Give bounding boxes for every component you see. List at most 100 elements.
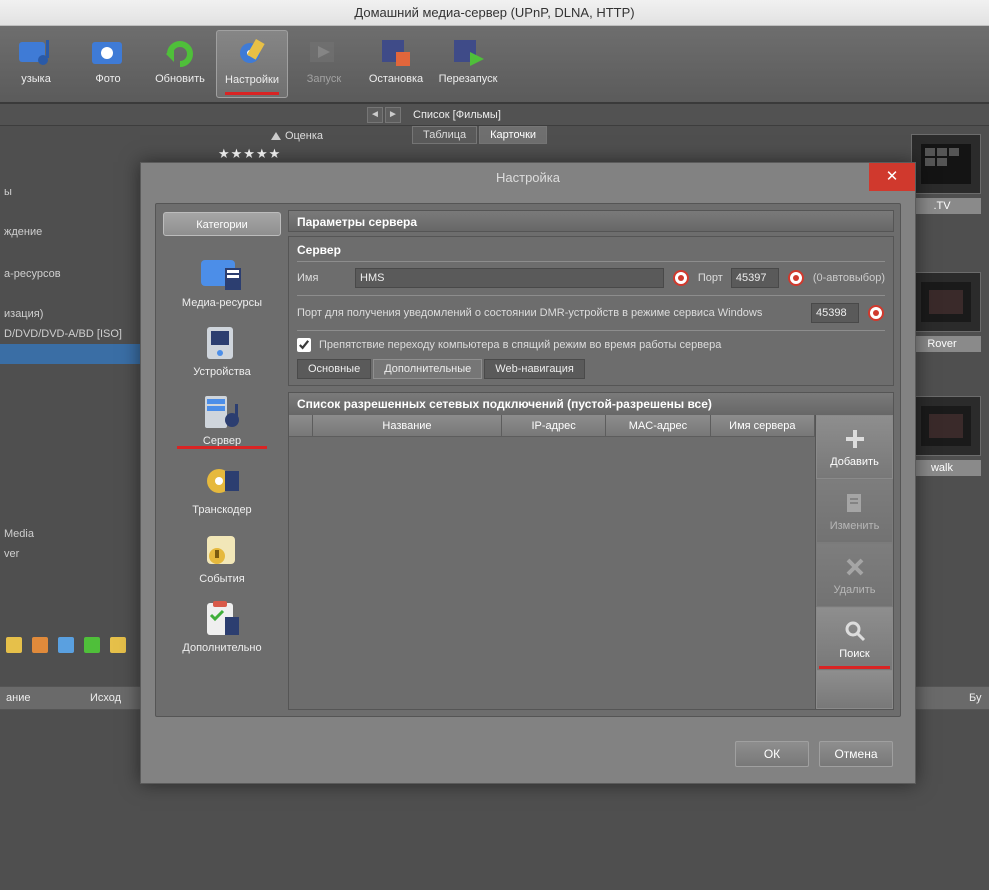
categories-column: Категории Медиа-ресурсы Устройства Серве…	[156, 204, 288, 716]
auto-port-note: (0-автовыбор)	[813, 272, 885, 284]
category-devices[interactable]: Устройства	[167, 323, 277, 378]
connections-title: Список разрешенных сетевых подключений (…	[289, 393, 893, 415]
search-button[interactable]: Поиск	[816, 607, 893, 671]
play-icon	[303, 33, 345, 71]
gear-icon	[231, 34, 273, 72]
server-panel: Сервер Имя Порт (0-автовыбор) Порт для п…	[288, 236, 894, 386]
server-icon	[197, 392, 247, 432]
ok-button[interactable]: ОК	[735, 741, 809, 767]
category-events[interactable]: События	[167, 530, 277, 585]
category-label: Медиа-ресурсы	[182, 297, 262, 309]
left-tree-partial: ы ждение а-ресурсов изация) D/DVD/DVD-A/…	[0, 126, 140, 890]
dialog-buttons: ОК Отмена	[735, 741, 893, 767]
dialog-title: Настройка ✕	[141, 163, 915, 193]
categories-header: Категории	[163, 212, 281, 236]
folder-icon[interactable]	[32, 637, 48, 653]
category-media[interactable]: Медиа-ресурсы	[167, 254, 277, 309]
help-icon[interactable]	[787, 269, 805, 287]
settings-button[interactable]: Настройки	[216, 30, 288, 98]
delete-label: Удалить	[834, 584, 876, 596]
status-label: ание	[0, 692, 90, 704]
cancel-button[interactable]: Отмена	[819, 741, 893, 767]
add-label: Добавить	[830, 456, 879, 468]
col-mac[interactable]: MAC-адрес	[606, 415, 710, 437]
server-name-input[interactable]	[355, 268, 664, 288]
stop-label: Остановка	[369, 73, 423, 85]
dialog-title-text: Настройка	[496, 170, 560, 185]
start-label: Запуск	[307, 73, 341, 85]
tree-row-selected[interactable]	[0, 344, 140, 364]
restart-button[interactable]: Перезапуск	[432, 30, 504, 98]
tree-row[interactable]: ver	[0, 544, 140, 564]
help-icon[interactable]	[867, 304, 885, 322]
col-server[interactable]: Имя сервера	[711, 415, 815, 437]
tab-table[interactable]: Таблица	[412, 126, 477, 144]
main-panel-title: Параметры сервера	[288, 210, 894, 232]
col-name[interactable]: Название	[313, 415, 502, 437]
server-section-head: Сервер	[297, 243, 885, 262]
photo-button[interactable]: Фото	[72, 30, 144, 98]
restart-icon	[447, 33, 489, 71]
settings-right-pane: Параметры сервера Сервер Имя Порт (0-авт…	[288, 204, 900, 716]
category-transcoder[interactable]: Транскодер	[167, 461, 277, 516]
tab-webnav[interactable]: Web-навигация	[484, 359, 585, 379]
col-handle[interactable]	[289, 415, 313, 437]
category-extra[interactable]: Дополнительно	[167, 599, 277, 654]
tree-row[interactable]: а-ресурсов	[0, 264, 140, 284]
thumbnail[interactable]	[911, 272, 981, 332]
dmr-port-input[interactable]	[811, 303, 859, 323]
thumbnail[interactable]	[911, 396, 981, 456]
media-icon	[197, 254, 247, 294]
stop-button[interactable]: Остановка	[360, 30, 432, 98]
col-ip[interactable]: IP-адрес	[502, 415, 606, 437]
tree-row[interactable]: ждение	[0, 222, 140, 242]
nav-next[interactable]: ►	[385, 107, 401, 123]
refresh-icon	[159, 33, 201, 71]
search-icon	[842, 618, 868, 644]
gear-icon	[197, 461, 247, 501]
connections-panel: Список разрешенных сетевых подключений (…	[288, 392, 894, 710]
folder-icon[interactable]	[84, 637, 100, 653]
port-input[interactable]	[731, 268, 779, 288]
category-label: Дополнительно	[182, 642, 261, 654]
folder-icon[interactable]	[6, 637, 22, 653]
nav-prev[interactable]: ◄	[367, 107, 383, 123]
port-label: Порт	[698, 272, 723, 284]
plus-icon	[842, 426, 868, 452]
category-server[interactable]: Сервер	[167, 392, 277, 447]
refresh-button[interactable]: Обновить	[144, 30, 216, 98]
help-icon[interactable]	[672, 269, 690, 287]
folder-icon[interactable]	[58, 637, 74, 653]
add-button[interactable]: Добавить	[816, 415, 893, 479]
thumbnail[interactable]	[911, 134, 981, 194]
category-label: Устройства	[193, 366, 251, 378]
edit-label: Изменить	[830, 520, 880, 532]
tab-cards[interactable]: Карточки	[479, 126, 547, 144]
delete-icon	[842, 554, 868, 580]
prevent-sleep-checkbox[interactable]	[297, 338, 311, 352]
tab-basic[interactable]: Основные	[297, 359, 371, 379]
tab-additional[interactable]: Дополнительные	[373, 359, 482, 379]
restart-label: Перезапуск	[439, 73, 498, 85]
clipboard-icon	[197, 599, 247, 639]
events-icon	[197, 530, 247, 570]
main-toolbar: узыка Фото Обновить Настройки Запуск Ост…	[0, 26, 989, 104]
delete-button: Удалить	[816, 543, 893, 607]
tree-row[interactable]: изация)	[0, 304, 140, 324]
rating-label: Оценка	[285, 130, 323, 142]
tree-row[interactable]: ы	[0, 182, 140, 202]
tree-row[interactable]: D/DVD/DVD-A/BD [ISO]	[0, 324, 140, 344]
list-label: Список [Фильмы]	[413, 109, 501, 121]
side-spacer	[816, 671, 893, 709]
music-label: узыка	[21, 73, 51, 85]
tree-row[interactable]: Media	[0, 524, 140, 544]
category-label: Транскодер	[192, 504, 251, 516]
music-button[interactable]: узыка	[0, 30, 72, 98]
folder-icon[interactable]	[110, 637, 126, 653]
music-icon	[15, 33, 57, 71]
start-button: Запуск	[288, 30, 360, 98]
close-button[interactable]: ✕	[869, 163, 915, 191]
category-label: События	[199, 573, 244, 585]
stop-icon	[375, 33, 417, 71]
server-subtabs: Основные Дополнительные Web-навигация	[297, 359, 885, 379]
